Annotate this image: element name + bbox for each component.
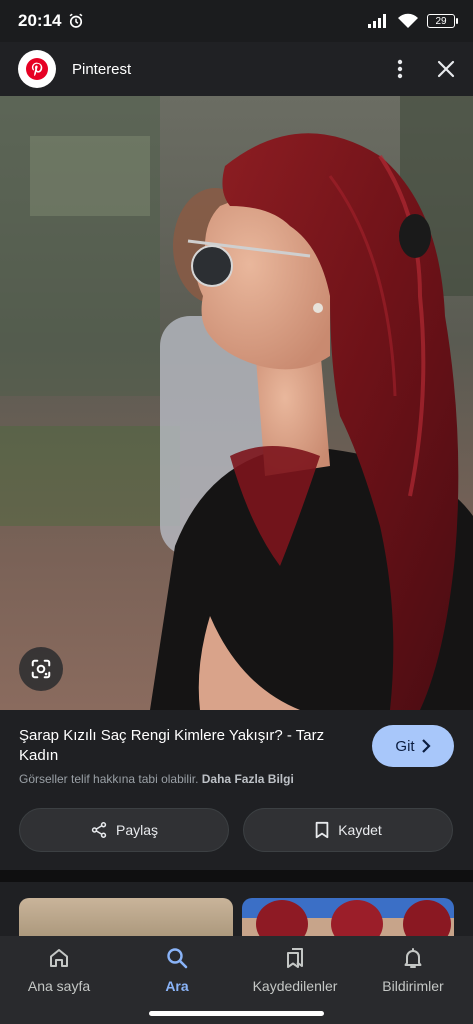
section-divider bbox=[0, 870, 473, 882]
status-bar: 20:14 29 bbox=[0, 0, 473, 42]
save-button[interactable]: Kaydet bbox=[243, 808, 453, 852]
related-results bbox=[0, 882, 473, 942]
learn-more-link[interactable]: Daha Fazla Bilgi bbox=[202, 772, 294, 786]
nav-label-saved: Kaydedilenler bbox=[252, 978, 338, 994]
result-image[interactable] bbox=[0, 96, 473, 710]
home-indicator[interactable] bbox=[149, 1011, 324, 1016]
home-icon bbox=[50, 949, 68, 967]
nav-label-notifications: Bildirimler bbox=[382, 978, 444, 994]
save-label: Kaydet bbox=[338, 822, 382, 838]
wifi-icon bbox=[398, 13, 418, 28]
close-icon[interactable] bbox=[437, 60, 455, 78]
visit-button-label: Git bbox=[395, 737, 415, 755]
share-label: Paylaş bbox=[115, 822, 159, 838]
nav-label-search: Ara bbox=[165, 978, 189, 994]
nav-item-home[interactable]: Ana sayfa bbox=[0, 946, 118, 994]
bell-icon bbox=[404, 948, 422, 968]
bookmark-icon bbox=[315, 821, 329, 839]
app-header: Pinterest bbox=[0, 42, 473, 96]
share-icon bbox=[91, 822, 107, 838]
nav-label-home: Ana sayfa bbox=[27, 978, 91, 994]
bookmarks-icon bbox=[287, 948, 303, 968]
copyright-notice: Görseller telif hakkına tabi olabilir. D… bbox=[19, 772, 294, 786]
nav-item-search[interactable]: Ara bbox=[118, 946, 236, 994]
alarm-icon bbox=[70, 13, 83, 28]
visit-button[interactable]: Git bbox=[372, 725, 454, 767]
signal-icon bbox=[368, 14, 386, 28]
status-time: 20:14 bbox=[18, 11, 62, 30]
google-lens-button[interactable] bbox=[19, 647, 63, 691]
nav-item-saved[interactable]: Kaydedilenler bbox=[236, 946, 354, 994]
battery-icon: 29 bbox=[427, 14, 458, 28]
copyright-text: Görseller telif hakkına tabi olabilir. bbox=[19, 772, 199, 786]
chevron-right-icon bbox=[421, 739, 431, 753]
share-button[interactable]: Paylaş bbox=[19, 808, 229, 852]
more-vert-icon[interactable] bbox=[397, 59, 403, 79]
google-lens-icon bbox=[31, 659, 51, 679]
pinterest-logo bbox=[18, 50, 56, 88]
result-details: Şarap Kızılı Saç Rengi Kimlere Yakışır? … bbox=[0, 710, 473, 870]
result-title[interactable]: Şarap Kızılı Saç Rengi Kimlere Yakışır? … bbox=[19, 726, 349, 766]
photo-woman-red-hair bbox=[0, 96, 473, 710]
nav-item-notifications[interactable]: Bildirimler bbox=[354, 946, 472, 994]
app-title: Pinterest bbox=[72, 60, 132, 78]
search-icon bbox=[167, 948, 188, 969]
